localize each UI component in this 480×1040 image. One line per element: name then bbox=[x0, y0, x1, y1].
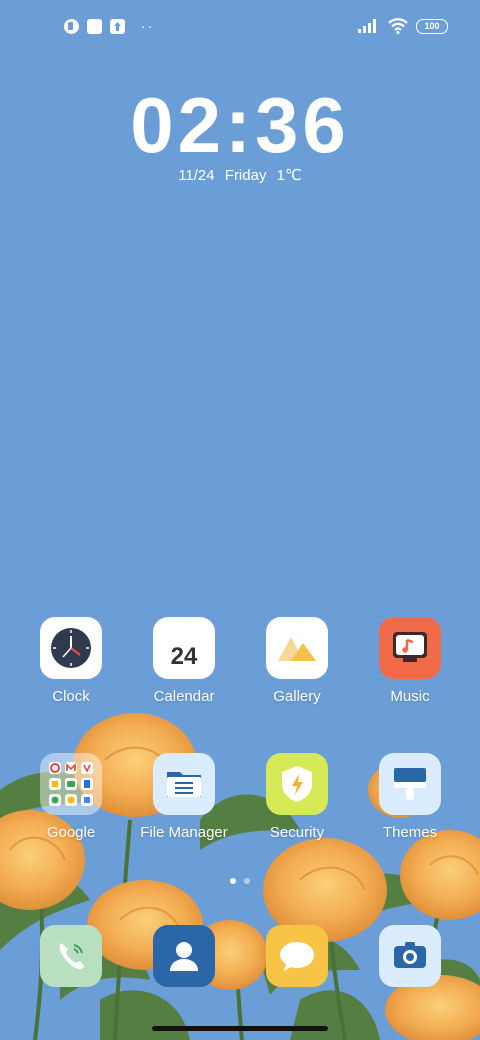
square-notification-icon bbox=[87, 18, 102, 34]
battery-indicator: 100 bbox=[416, 18, 448, 34]
dock-contacts[interactable] bbox=[129, 925, 239, 987]
dock-messages[interactable] bbox=[242, 925, 352, 987]
app-label: Music bbox=[390, 688, 430, 705]
dock-camera[interactable] bbox=[355, 925, 465, 987]
app-label: Google bbox=[46, 824, 96, 841]
app-themes[interactable]: Themes bbox=[355, 753, 465, 841]
folder-icon[interactable] bbox=[40, 753, 102, 815]
page-dot-1[interactable] bbox=[230, 878, 236, 884]
app-security[interactable]: Security bbox=[242, 753, 352, 841]
page-dot-2[interactable] bbox=[244, 878, 250, 884]
app-label: Security bbox=[269, 824, 325, 841]
file-manager-icon[interactable] bbox=[153, 753, 215, 815]
clock-icon[interactable] bbox=[40, 617, 102, 679]
app-clock[interactable]: Clock bbox=[16, 617, 126, 705]
page-indicator[interactable] bbox=[0, 878, 480, 884]
app-label: Themes bbox=[382, 824, 438, 841]
messages-icon[interactable] bbox=[266, 925, 328, 987]
app-notification-icon bbox=[64, 18, 79, 34]
app-label: Calendar bbox=[153, 688, 215, 705]
more-dots-icon: ·· bbox=[141, 18, 155, 34]
app-label: Gallery bbox=[273, 688, 321, 705]
home-gesture-bar[interactable] bbox=[152, 1026, 328, 1031]
lockscreen-time[interactable]: 02:36 bbox=[0, 82, 480, 168]
security-icon[interactable] bbox=[266, 753, 328, 815]
upload-notification-icon bbox=[110, 18, 125, 34]
app-calendar[interactable]: 24 Calendar bbox=[129, 617, 239, 705]
app-folder-google[interactable]: Google bbox=[16, 753, 126, 841]
contacts-icon[interactable] bbox=[153, 925, 215, 987]
phone-icon[interactable] bbox=[40, 925, 102, 987]
lockscreen-date[interactable]: 11/24 Friday 1℃ bbox=[0, 166, 480, 184]
app-label: File Manager bbox=[140, 824, 228, 841]
app-music[interactable]: Music bbox=[355, 617, 465, 705]
app-gallery[interactable]: Gallery bbox=[242, 617, 352, 705]
signal-icon bbox=[358, 19, 376, 33]
calendar-icon[interactable]: 24 bbox=[153, 617, 215, 679]
app-label: Clock bbox=[52, 688, 90, 705]
camera-icon[interactable] bbox=[379, 925, 441, 987]
music-icon[interactable] bbox=[379, 617, 441, 679]
app-file-manager[interactable]: File Manager bbox=[129, 753, 239, 841]
wifi-icon bbox=[388, 18, 408, 34]
dock-phone[interactable] bbox=[16, 925, 126, 987]
themes-icon[interactable] bbox=[379, 753, 441, 815]
calendar-date-badge: 24 bbox=[170, 643, 198, 670]
notification-icons: ·· bbox=[64, 18, 154, 34]
gallery-icon[interactable] bbox=[266, 617, 328, 679]
status-bar: ·· 100 bbox=[0, 0, 480, 56]
